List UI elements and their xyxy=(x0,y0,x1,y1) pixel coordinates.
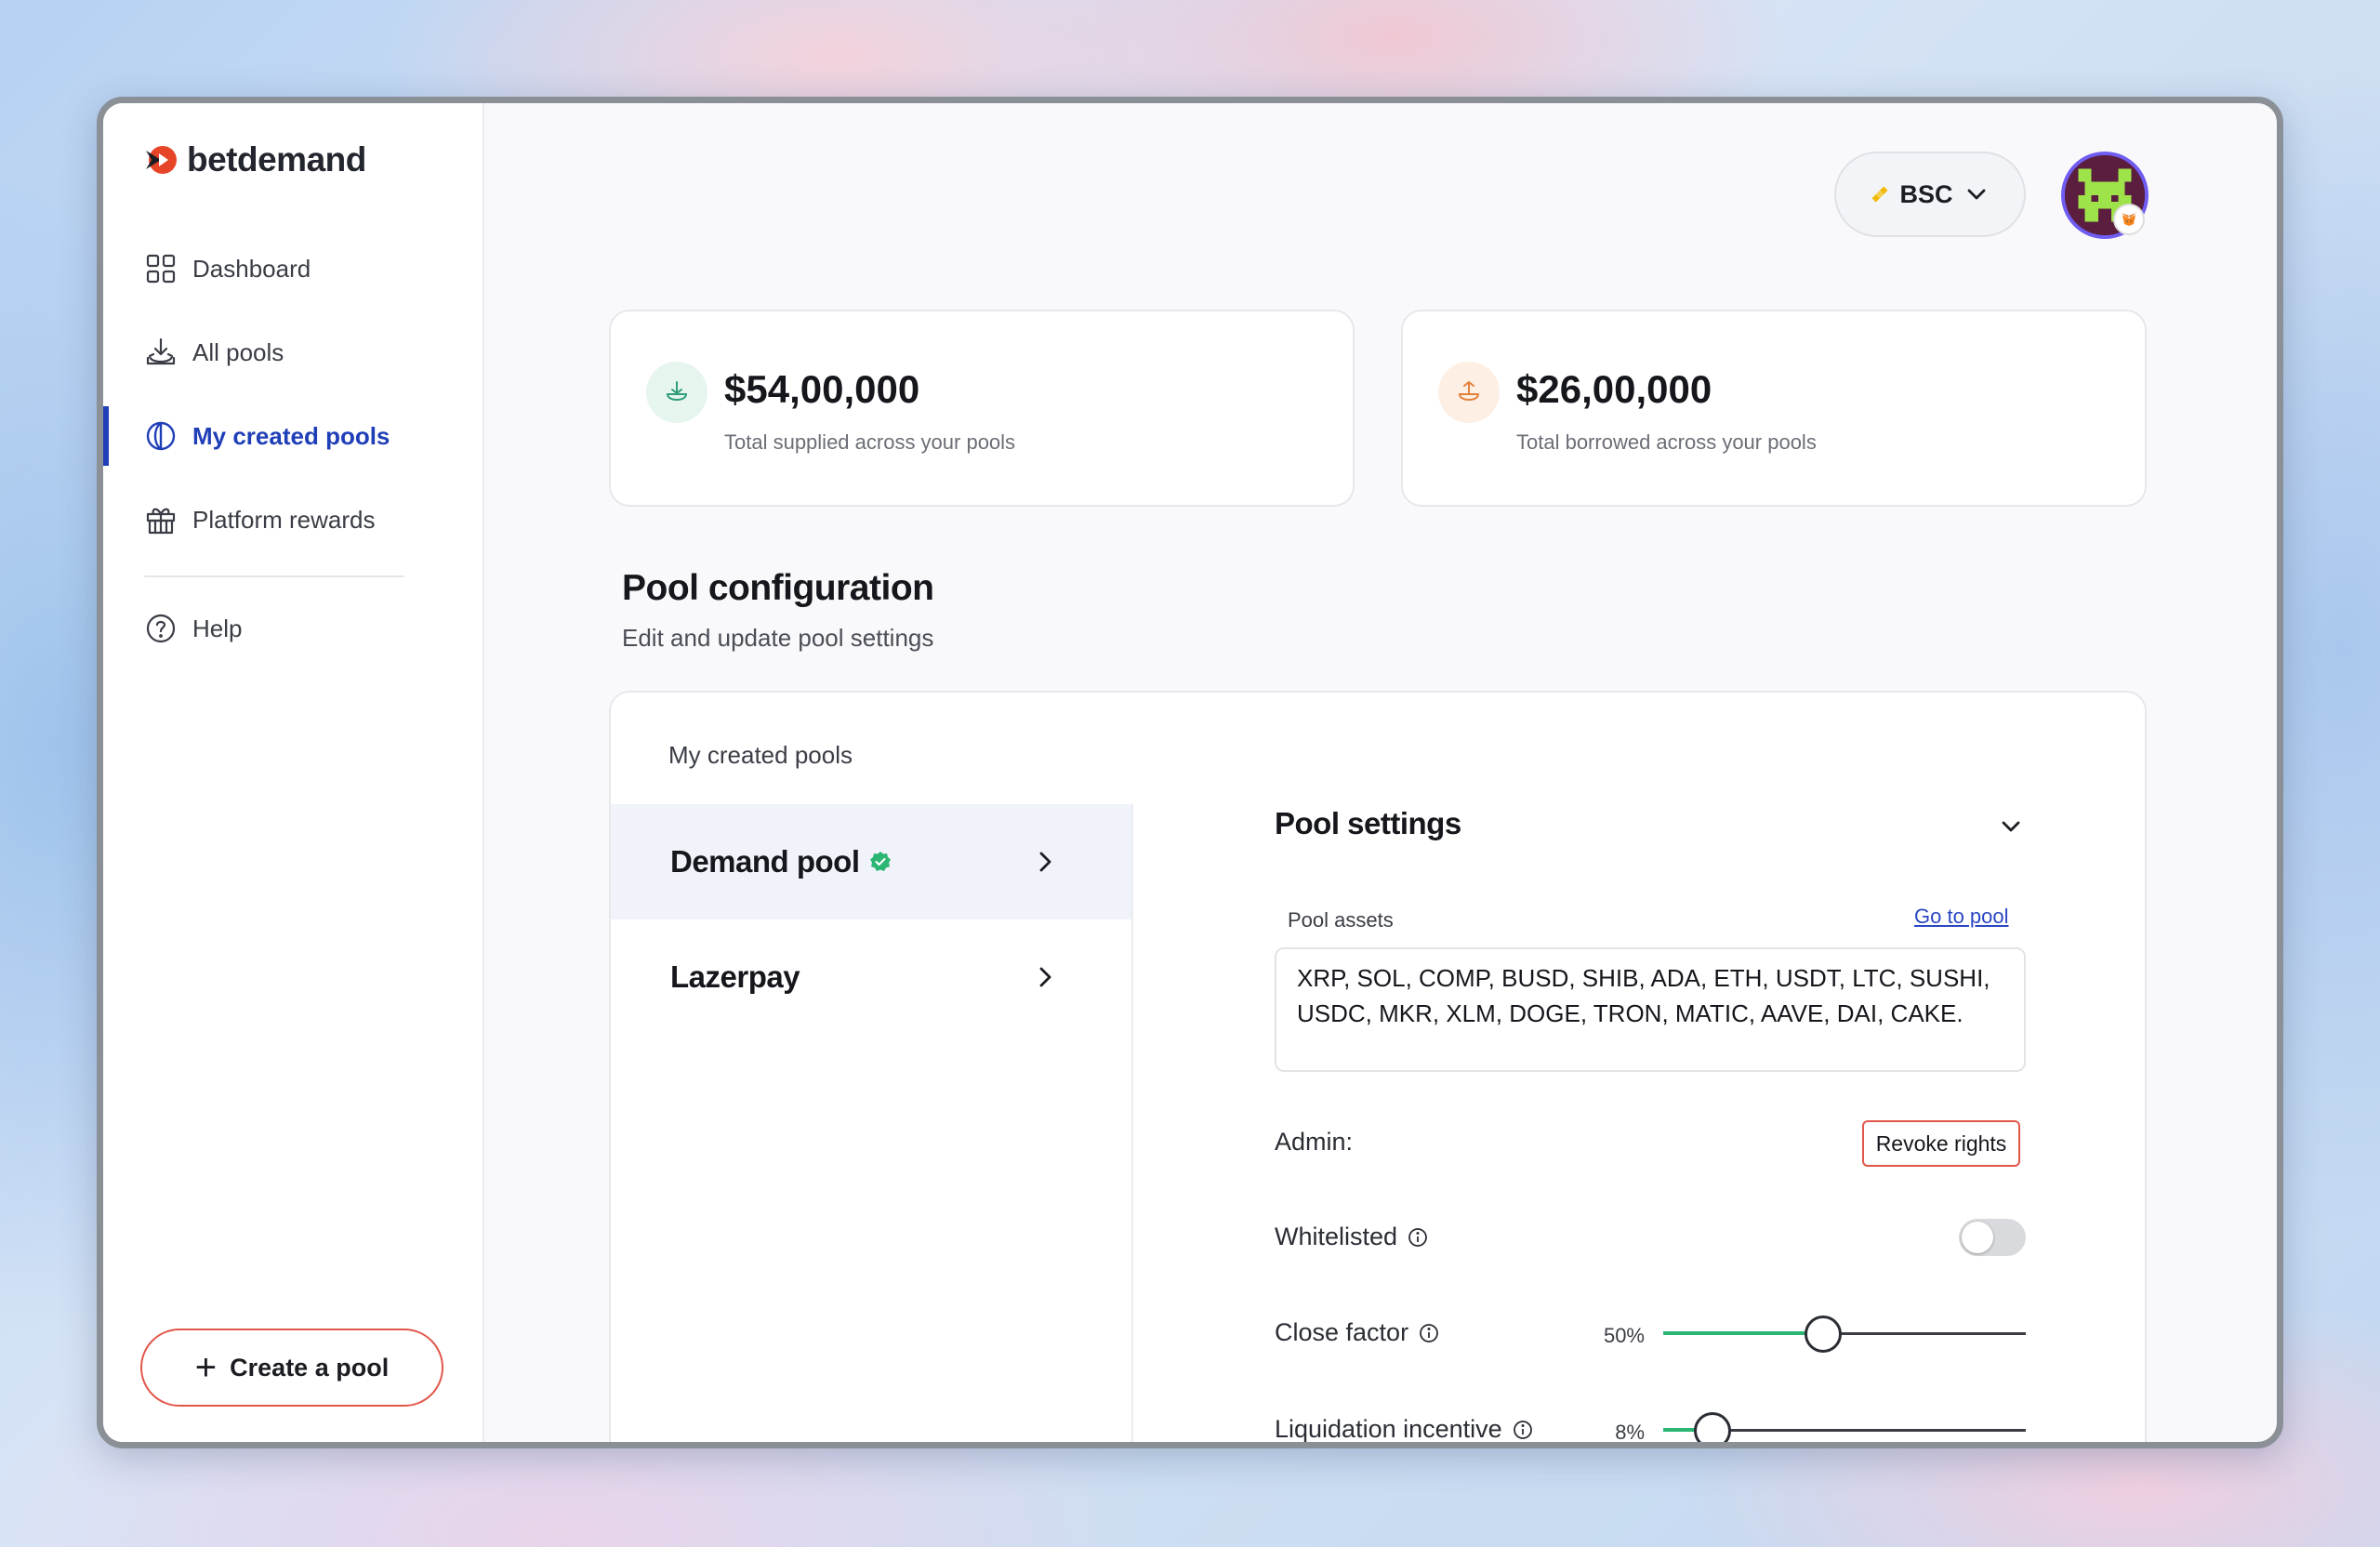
sidebar-item-all-pools[interactable]: All pools xyxy=(144,336,284,369)
sidebar-divider xyxy=(144,575,404,577)
logo-mark-icon xyxy=(146,146,177,174)
active-indicator xyxy=(103,406,109,466)
panel-heading: My created pools xyxy=(668,741,853,769)
create-pool-button[interactable]: + Create a pool xyxy=(140,1329,443,1407)
stat-label: Total supplied across your pools xyxy=(724,430,1016,454)
slider-thumb[interactable] xyxy=(1693,1412,1731,1442)
plus-icon: + xyxy=(194,1347,218,1388)
grid-icon xyxy=(146,254,176,284)
pool-assets-label: Pool assets xyxy=(1288,908,1394,932)
liquidation-label: Liquidation incentive xyxy=(1275,1415,1502,1443)
borrow-icon xyxy=(1438,362,1500,423)
chevron-right-icon xyxy=(1039,967,1051,987)
page-title: Pool configuration xyxy=(622,568,934,608)
sidebar-item-label: Platform rewards xyxy=(192,505,376,534)
verified-check-icon xyxy=(869,852,891,871)
metamask-fox-icon xyxy=(2113,204,2145,235)
admin-label-text: Admin: xyxy=(1275,1128,1354,1156)
pool-name: Demand pool xyxy=(670,844,860,879)
toggle-knob xyxy=(1962,1222,1993,1253)
pool-item-demand-pool[interactable]: Demand pool xyxy=(611,804,1131,919)
whitelisted-label: Whitelisted xyxy=(1275,1223,1398,1250)
page-subtitle: Edit and update pool settings xyxy=(622,624,934,652)
network-label: BSC xyxy=(1899,179,1953,208)
sidebar-item-my-created-pools[interactable]: My created pools xyxy=(144,419,390,453)
sidebar-item-label: My created pools xyxy=(192,421,390,450)
brand-name: betdemand xyxy=(187,140,366,178)
create-pool-label: Create a pool xyxy=(230,1353,390,1382)
help-icon xyxy=(146,614,176,643)
network-selector[interactable]: BSC xyxy=(1834,152,2026,237)
stat-value: $26,00,000 xyxy=(1516,367,1712,411)
liquidation-value: 8% xyxy=(1615,1421,1645,1444)
info-icon[interactable] xyxy=(1407,1226,1429,1249)
go-to-pool-link[interactable]: Go to pool xyxy=(1914,905,2009,929)
gift-icon xyxy=(146,508,176,535)
stat-card-borrowed: $26,00,000 Total borrowed across your po… xyxy=(1401,310,2147,507)
whitelisted-toggle[interactable] xyxy=(1959,1219,2026,1256)
close-factor-row: Close factor xyxy=(1275,1318,1440,1347)
sidebar-item-platform-rewards[interactable]: Platform rewards xyxy=(144,503,376,536)
brand-logo[interactable]: betdemand xyxy=(142,140,366,179)
revoke-rights-button[interactable]: Revoke rights xyxy=(1862,1120,2020,1167)
sidebar-item-dashboard[interactable]: Dashboard xyxy=(144,252,311,285)
close-factor-slider[interactable] xyxy=(1663,1316,2026,1353)
half-circle-icon xyxy=(146,421,176,451)
slider-thumb[interactable] xyxy=(1804,1316,1842,1353)
chevron-down-icon xyxy=(1967,189,1985,200)
stat-card-supplied: $54,00,000 Total supplied across your po… xyxy=(609,310,1355,507)
stat-value: $54,00,000 xyxy=(724,367,920,411)
whitelisted-row: Whitelisted xyxy=(1275,1223,1429,1251)
close-factor-label: Close factor xyxy=(1275,1318,1409,1346)
pool-item-lazerpay[interactable]: Lazerpay xyxy=(611,919,1131,1035)
liquidation-row: Liquidation incentive xyxy=(1275,1415,1534,1443)
pool-config-panel: My created pools Demand pool Lazerpay Po… xyxy=(609,691,2147,1444)
liquidation-slider[interactable] xyxy=(1663,1412,2026,1442)
chevron-down-icon[interactable] xyxy=(1996,812,2026,841)
admin-label: Admin: xyxy=(1275,1128,1353,1157)
sidebar-item-label: Dashboard xyxy=(192,254,311,283)
stat-label: Total borrowed across your pools xyxy=(1516,430,1817,454)
pool-name: Lazerpay xyxy=(670,959,800,994)
sidebar-item-label: Help xyxy=(192,614,243,642)
bnb-icon xyxy=(1871,186,1888,203)
supply-icon xyxy=(646,362,707,423)
pool-assets-field[interactable]: XRP, SOL, COMP, BUSD, SHIB, ADA, ETH, US… xyxy=(1275,947,2026,1072)
sidebar-item-label: All pools xyxy=(192,337,284,366)
info-icon[interactable] xyxy=(1418,1322,1440,1344)
sidebar: betdemand Dashboard All pools My created… xyxy=(103,103,484,1442)
download-tray-icon xyxy=(146,337,176,365)
app-window: betdemand Dashboard All pools My created… xyxy=(97,97,2283,1448)
slider-fill xyxy=(1663,1331,1823,1335)
close-factor-value: 50% xyxy=(1603,1324,1645,1347)
pool-list: Demand pool Lazerpay xyxy=(611,804,1133,1442)
chevron-right-icon xyxy=(1039,852,1051,872)
pool-settings-title: Pool settings xyxy=(1275,806,1461,840)
sidebar-item-help[interactable]: Help xyxy=(144,612,242,645)
info-icon[interactable] xyxy=(1512,1419,1534,1441)
